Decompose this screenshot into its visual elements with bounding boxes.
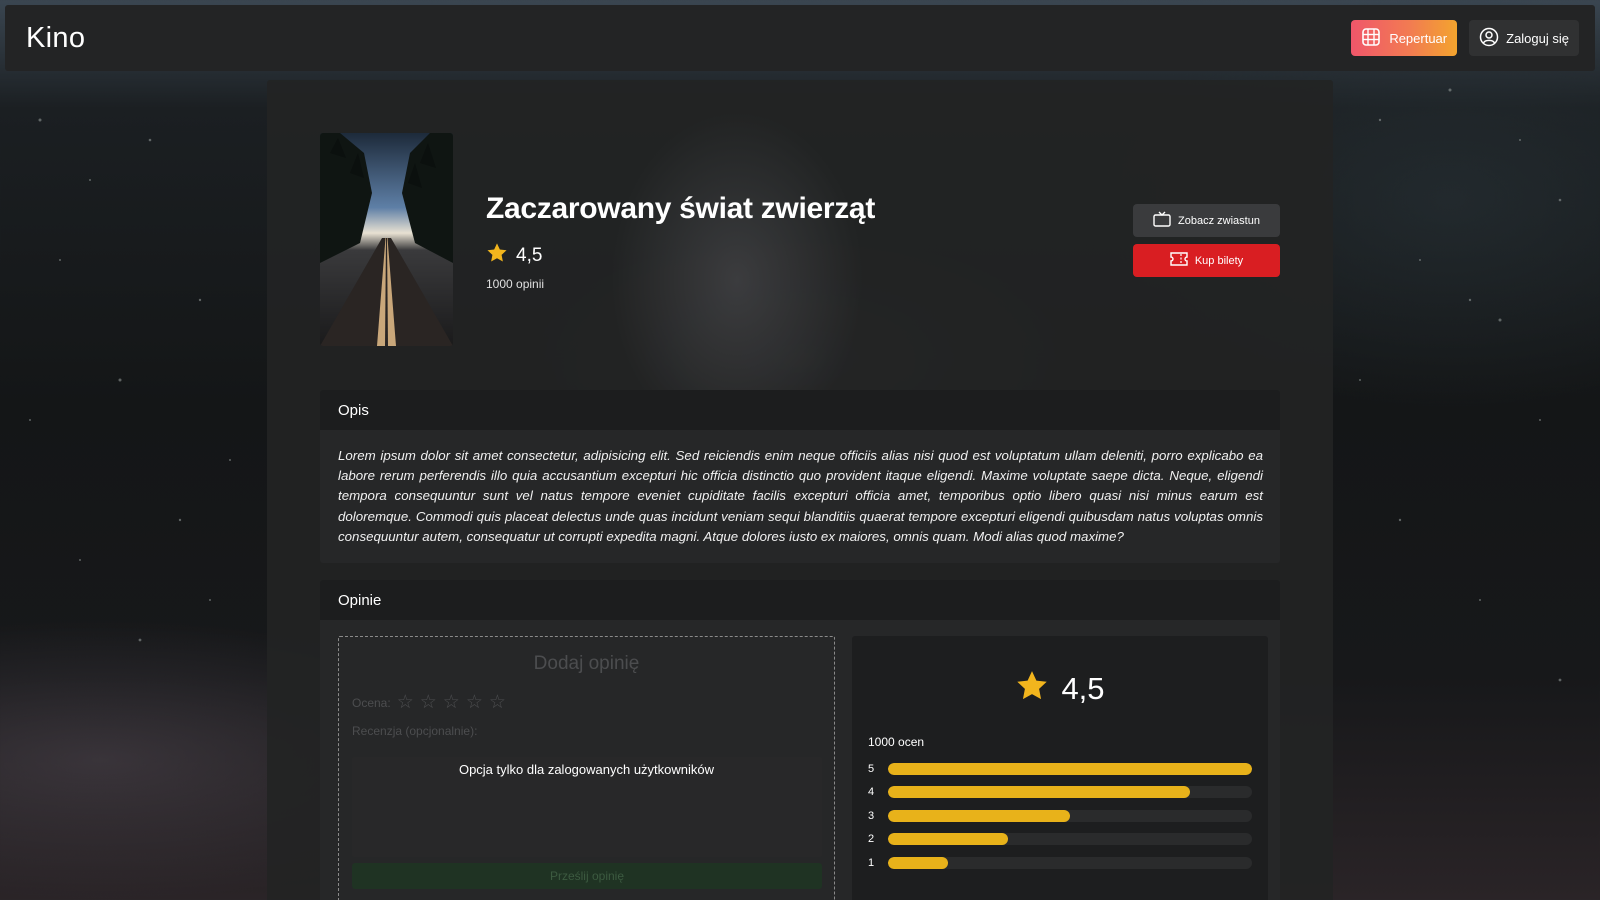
brand-logo[interactable]: Kino	[26, 22, 85, 55]
nav-actions: Repertuar Zaloguj się	[1351, 20, 1579, 56]
film-grid-icon	[1361, 27, 1381, 50]
submit-review-button[interactable]: Prześlij opinię	[352, 863, 822, 889]
movie-info: Zaczarowany świat zwierząt 4,5 1000 opin…	[486, 192, 875, 291]
reviews-count: 1000 opinii	[486, 277, 545, 291]
rating-bar-track	[888, 856, 1252, 869]
rating-distribution: 5 4 3 2 1	[868, 757, 1252, 875]
star-outline-icon[interactable]: ☆	[420, 693, 437, 712]
score-row: Ocena: ☆ ☆ ☆ ☆ ☆	[352, 693, 834, 712]
rating-bar-row: 3	[868, 804, 1252, 828]
reviews-card: Opinie Dodaj opinię Ocena: ☆ ☆ ☆ ☆ ☆ Rec…	[320, 580, 1280, 900]
rating-bar-label: 2	[868, 833, 875, 846]
rating-bar-label: 1	[868, 856, 875, 869]
rating-bar-track	[888, 786, 1252, 799]
rating-bar-row: 2	[868, 828, 1252, 852]
navbar: Kino Repertuar Zaloguj się	[5, 5, 1595, 71]
description-card: Opis Lorem ipsum dolor sit amet consecte…	[320, 390, 1280, 563]
rating-bar-label: 3	[868, 809, 875, 822]
repertuar-label: Repertuar	[1389, 30, 1448, 46]
rating-bar-fill	[888, 786, 1191, 799]
user-circle-icon	[1479, 27, 1499, 50]
add-review-form: Dodaj opinię Ocena: ☆ ☆ ☆ ☆ ☆ Recenzja (…	[338, 636, 835, 900]
login-button[interactable]: Zaloguj się	[1469, 20, 1579, 56]
rating-bar-track	[888, 833, 1252, 846]
trailer-label: Zobacz zwiastun	[1178, 214, 1260, 227]
rating-bar-fill	[888, 833, 1009, 846]
summary-rating-value: 4,5	[1061, 670, 1105, 706]
ticket-icon	[1170, 252, 1188, 269]
rating-bar-label: 5	[868, 762, 875, 775]
rating-summary: 4,5 1000 ocen 5 4 3 2 1	[852, 636, 1268, 900]
movie-title: Zaczarowany świat zwierząt	[486, 192, 876, 225]
tv-icon	[1153, 211, 1171, 230]
star-outline-icon[interactable]: ☆	[466, 693, 483, 712]
rating-bar-track	[888, 762, 1252, 775]
repertuar-button[interactable]: Repertuar	[1351, 20, 1458, 56]
movie-poster	[320, 133, 453, 346]
star-outline-icon[interactable]: ☆	[489, 693, 506, 712]
login-only-notice: Opcja tylko dla zalogowanych użytkownikó…	[458, 762, 715, 777]
rating-bar-fill	[888, 856, 949, 869]
login-label: Zaloguj się	[1506, 30, 1569, 46]
description-header: Opis	[320, 390, 1280, 430]
rating-bar-track	[888, 809, 1252, 822]
star-outline-icon[interactable]: ☆	[443, 693, 460, 712]
rating-bar-row: 5	[868, 757, 1252, 781]
summary-rating: 4,5	[852, 669, 1268, 708]
trailer-button[interactable]: Zobacz zwiastun	[1133, 204, 1280, 237]
star-icon	[1015, 669, 1049, 708]
star-icon	[486, 242, 508, 269]
movie-panel: Zaczarowany świat zwierząt 4,5 1000 opin…	[267, 80, 1333, 900]
star-outline-icon[interactable]: ☆	[397, 693, 414, 712]
add-review-title: Dodaj opinię	[533, 653, 640, 674]
rating-bar-label: 4	[868, 786, 875, 799]
description-text: Lorem ipsum dolor sit amet consectetur, …	[338, 448, 1263, 544]
movie-rating: 4,5	[486, 242, 875, 269]
rating-value: 4,5	[516, 244, 543, 266]
review-label: Recenzja (opcjonalnie):	[352, 724, 478, 738]
rating-bar-fill	[888, 809, 1070, 822]
tickets-label: Kup bilety	[1194, 254, 1244, 267]
ratings-count: 1000 ocen	[868, 735, 925, 749]
hero-buttons: Zobacz zwiastun Kup bilety	[1133, 204, 1280, 277]
rating-bar-row: 1	[868, 851, 1252, 875]
rating-bar-row: 4	[868, 781, 1252, 805]
score-label: Ocena:	[352, 695, 391, 710]
reviews-header: Opinie	[320, 580, 1280, 620]
rating-bar-fill	[888, 762, 1252, 775]
buy-tickets-button[interactable]: Kup bilety	[1133, 244, 1280, 277]
